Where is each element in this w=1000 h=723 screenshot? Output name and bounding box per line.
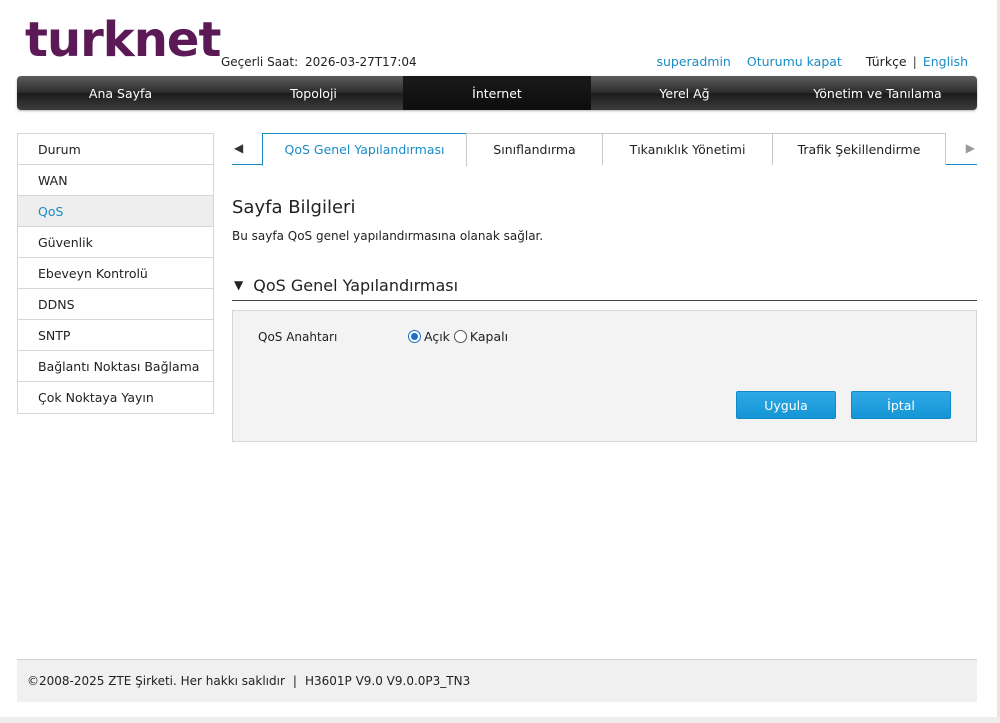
sidebar-item-wan[interactable]: WAN	[18, 165, 213, 196]
language-english-link[interactable]: English	[923, 54, 968, 69]
current-time: Geçerli Saat: 2026-03-27T17:04	[221, 55, 417, 69]
footer-separator: |	[292, 674, 297, 688]
turknet-logo: turknet	[25, 12, 221, 68]
qos-switch-radios: Açık Kapalı	[408, 329, 512, 344]
page-description: Bu sayfa QoS genel yapılandırmasına olan…	[232, 229, 544, 243]
sidebar-item-port-binding[interactable]: Bağlantı Noktası Bağlama	[18, 351, 213, 382]
page-title: Sayfa Bilgileri	[232, 197, 356, 218]
sidebar: Durum WAN QoS Güvenlik Ebeveyn Kontrolü …	[17, 133, 214, 414]
radio-off[interactable]: Kapalı	[453, 329, 509, 344]
radio-on-indicator[interactable]	[408, 330, 421, 343]
language-current: Türkçe	[865, 54, 907, 69]
triangle-left-icon[interactable]: ◀	[234, 141, 243, 155]
sidebar-item-multicast[interactable]: Çok Noktaya Yayın	[18, 382, 213, 413]
sidebar-item-qos[interactable]: QoS	[18, 196, 213, 227]
nav-tab-ana-sayfa[interactable]: Ana Sayfa	[17, 76, 224, 110]
radio-off-label: Kapalı	[469, 329, 509, 344]
nav-tab-topoloji[interactable]: Topoloji	[224, 76, 403, 110]
logout-link[interactable]: Oturumu kapat	[747, 54, 842, 69]
section-title: QoS Genel Yapılandırması	[253, 275, 459, 295]
clock-value: 2026-03-27T17:04	[304, 55, 417, 69]
subtab-traffic-shaping[interactable]: Trafik Şekillendirme	[772, 133, 946, 165]
triangle-right-icon[interactable]: ▶	[966, 141, 975, 155]
footer-version: H3601P V9.0 V9.0.0P3_TN3	[304, 674, 471, 688]
subtab-classification[interactable]: Sınıflandırma	[466, 133, 603, 165]
sub-tabs: ◀ QoS Genel Yapılandırması Sınıflandırma…	[232, 133, 977, 166]
radio-off-indicator[interactable]	[453, 330, 467, 343]
cancel-button[interactable]: İptal	[851, 391, 951, 419]
sidebar-item-guvenlik[interactable]: Güvenlik	[18, 227, 213, 258]
nav-tab-yerel-ag[interactable]: Yerel Ağ	[591, 76, 778, 110]
qos-config-panel: QoS Anahtarı Açık Kapalı Uygula İptal	[232, 310, 977, 442]
footer-copyright: ©2008-2025 ZTE Şirketi. Her hakkı saklıd…	[27, 674, 285, 688]
sidebar-item-ebeveyn-kontrolu[interactable]: Ebeveyn Kontrolü	[18, 258, 213, 289]
subtab-congestion[interactable]: Tıkanıklık Yönetimi	[602, 133, 773, 165]
sidebar-item-sntp[interactable]: SNTP	[18, 320, 213, 351]
apply-button[interactable]: Uygula	[736, 391, 836, 419]
footer: ©2008-2025 ZTE Şirketi. Her hakkı saklıd…	[17, 659, 977, 702]
sidebar-item-durum[interactable]: Durum	[18, 134, 213, 165]
section-header[interactable]: ▼ QoS Genel Yapılandırması	[232, 270, 977, 301]
language-separator: |	[912, 54, 917, 69]
nav-tab-yonetim[interactable]: Yönetim ve Tanılama	[778, 76, 977, 110]
radio-on[interactable]: Açık	[408, 329, 450, 344]
sidebar-item-ddns[interactable]: DDNS	[18, 289, 213, 320]
radio-on-label: Açık	[424, 329, 450, 344]
window-edge-bottom	[0, 717, 1000, 723]
clock-label: Geçerli Saat:	[221, 55, 299, 69]
user-link[interactable]: superadmin	[656, 54, 730, 69]
qos-switch-label: QoS Anahtarı	[258, 330, 338, 344]
nav-tab-internet[interactable]: İnternet	[403, 76, 591, 110]
triangle-down-icon: ▼	[234, 278, 244, 292]
subtab-qos-general[interactable]: QoS Genel Yapılandırması	[262, 133, 467, 166]
top-links: superadmin Oturumu kapat Türkçe | Englis…	[640, 54, 968, 69]
main-nav: Ana Sayfa Topoloji İnternet Yerel Ağ Yön…	[17, 76, 977, 110]
